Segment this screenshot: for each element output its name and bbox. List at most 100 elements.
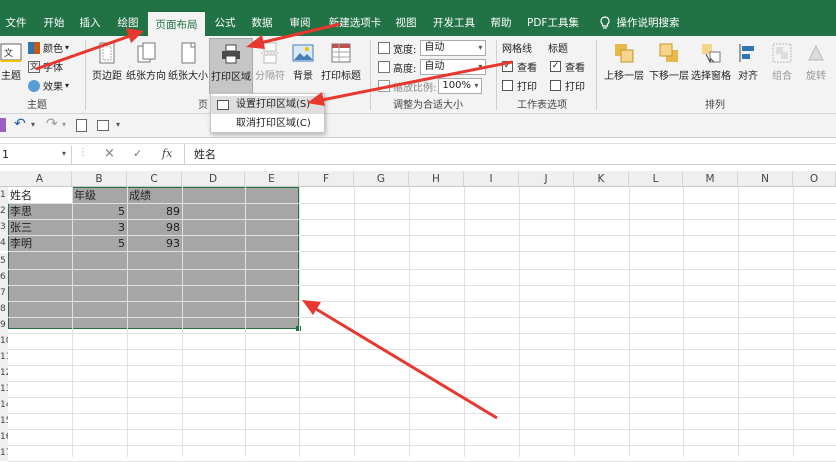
column-header[interactable]: L [629,171,683,187]
cell-a4[interactable]: 李明 [10,236,70,252]
row-header[interactable]: 10 [0,333,8,349]
column-header[interactable]: A [8,171,72,187]
orientation-button[interactable]: 纸张方向 [126,42,166,82]
tab-developer[interactable]: 开发工具 [426,10,482,36]
selection-pane-button[interactable]: 选择窗格 [690,42,732,82]
clear-print-area-item[interactable]: 取消打印区域(C) [211,115,324,133]
align-button[interactable]: 对齐 [734,42,762,82]
bring-forward-button[interactable]: 上移一层 [602,42,646,82]
undo-icon[interactable]: ↶ [14,116,26,132]
tab-page-layout[interactable]: 页面布局 [148,10,205,36]
theme-fonts-button[interactable]: 文字体 [28,59,63,74]
column-header[interactable]: C [127,171,182,187]
row-header[interactable]: 8 [0,301,8,317]
tab-formulas[interactable]: 公式 [209,10,241,36]
column-header[interactable]: G [354,171,409,187]
name-box-dropdown-icon[interactable]: ▾ [62,149,66,158]
set-print-area-item[interactable]: 设置打印区域(S) [211,96,324,114]
customize-qat-icon[interactable]: ▾ [116,120,120,129]
column-header[interactable]: N [738,171,793,187]
row-header[interactable]: 12 [0,365,8,381]
column-header[interactable]: I [464,171,519,187]
tab-review[interactable]: 审阅 [284,10,316,36]
tab-insert[interactable]: 插入 [74,10,106,36]
undo-dropdown-icon[interactable]: ▾ [31,120,35,129]
cell-c1[interactable]: 成绩 [129,188,181,204]
row-header[interactable]: 2 [0,203,8,219]
row-header[interactable]: 9 [0,317,8,333]
row-header[interactable]: 1 [0,187,8,203]
rotate-button[interactable]: 旋转 [801,42,831,82]
tab-home[interactable]: 开始 [38,10,70,36]
column-header[interactable]: B [72,171,127,187]
print-preview-icon[interactable] [76,119,87,132]
cell-b3[interactable]: 3 [72,220,125,236]
margins-button[interactable]: 页边距 [89,42,125,82]
cell-a3[interactable]: 张三 [10,220,70,236]
height-select[interactable]: 自动 [420,59,487,75]
row-header[interactable]: 7 [0,285,8,301]
tab-file[interactable]: 文件 [0,10,32,36]
column-header[interactable]: J [519,171,574,187]
column-header[interactable]: O [793,171,836,187]
tab-draw[interactable]: 绘图 [112,10,144,36]
cell-b2[interactable]: 5 [72,204,125,220]
save-icon[interactable] [0,118,6,132]
column-header[interactable]: H [409,171,464,187]
worksheet-grid[interactable]: A B C D E F G H I J K L M N O 1234567891… [0,171,836,462]
formula-input[interactable]: 姓名 [194,146,216,164]
background-button[interactable]: 背景 [289,42,317,82]
cell-c4[interactable]: 93 [127,236,180,252]
redo-icon[interactable]: ↷ [46,116,58,132]
row-header[interactable]: 15 [0,413,8,429]
group-objects-button[interactable]: 组合 [768,42,796,82]
theme-colors-button[interactable]: 颜色 ▾ [28,40,69,55]
gridlines-view-checkbox[interactable]: ✓ 查看 [502,59,537,74]
cell-b4[interactable]: 5 [72,236,125,252]
gridlines-print-checkbox[interactable]: 打印 [502,78,537,93]
row-header[interactable]: 11 [0,349,8,365]
column-header[interactable]: K [574,171,629,187]
print-area-button[interactable]: 打印区域 [209,38,253,94]
scale-input[interactable]: 100% [438,78,483,94]
send-backward-button[interactable]: 下移一层 [647,42,691,82]
row-header[interactable]: 14 [0,397,8,413]
headings-view-checkbox[interactable]: ✓ 查看 [550,59,585,74]
cell-c2[interactable]: 89 [127,204,180,220]
breaks-button[interactable]: 分隔符 [254,42,286,82]
tell-me-search[interactable]: 操作说明搜索 [616,10,680,36]
themes-button[interactable]: 文 主题 [0,42,24,82]
cancel-icon[interactable]: × [104,146,115,161]
row-header[interactable]: 4 [0,235,8,251]
theme-effects-button[interactable]: 效果 ▾ [28,78,69,93]
cell-c3[interactable]: 98 [127,220,180,236]
grid-vline [574,187,575,457]
tab-pdf-tools[interactable]: PDF工具集 [522,10,584,36]
tab-view[interactable]: 视图 [390,10,422,36]
column-header[interactable]: E [245,171,299,187]
size-button[interactable]: 纸张大小 [168,42,208,82]
quick-print-icon[interactable] [97,120,109,131]
redo-dropdown-icon[interactable]: ▾ [62,120,66,129]
width-select[interactable]: 自动 [420,40,487,56]
column-header[interactable]: M [683,171,738,187]
column-header[interactable]: F [299,171,354,187]
row-header[interactable]: 5 [0,253,8,269]
column-header[interactable]: D [182,171,245,187]
row-header[interactable]: 3 [0,219,8,235]
select-all-corner[interactable] [0,171,8,187]
insert-function-icon[interactable]: fx [162,147,172,160]
tab-data[interactable]: 数据 [246,10,278,36]
tab-new-tab[interactable]: 新建选项卡 [322,10,388,36]
grid-hline [8,365,836,366]
row-header[interactable]: 13 [0,381,8,397]
cell-b1[interactable]: 年级 [74,188,126,204]
enter-icon[interactable]: ✓ [133,147,142,160]
row-header[interactable]: 16 [0,429,8,445]
headings-print-checkbox[interactable]: 打印 [550,78,585,93]
row-header[interactable]: 6 [0,269,8,285]
print-titles-button[interactable]: 打印标题 [320,42,362,82]
row-header[interactable]: 17 [0,445,8,461]
tab-help[interactable]: 帮助 [485,10,517,36]
cell-a2[interactable]: 李思 [10,204,70,220]
